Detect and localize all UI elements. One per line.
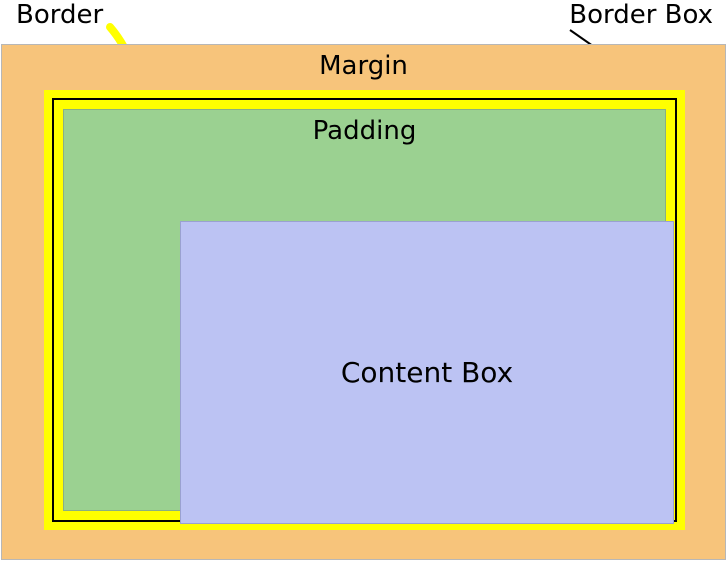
top-labels: Border Border Box xyxy=(0,0,727,44)
content-label: Content Box xyxy=(341,356,513,389)
borderbox-label: Border Box xyxy=(569,0,713,30)
margin-label: Margin xyxy=(319,51,408,81)
border-label: Border xyxy=(16,0,103,30)
margin-box: Margin Padding Content Box xyxy=(1,44,726,560)
content-box: Content Box xyxy=(180,221,674,524)
padding-label: Padding xyxy=(313,116,417,146)
padding-box: Padding Content Box xyxy=(63,109,666,511)
